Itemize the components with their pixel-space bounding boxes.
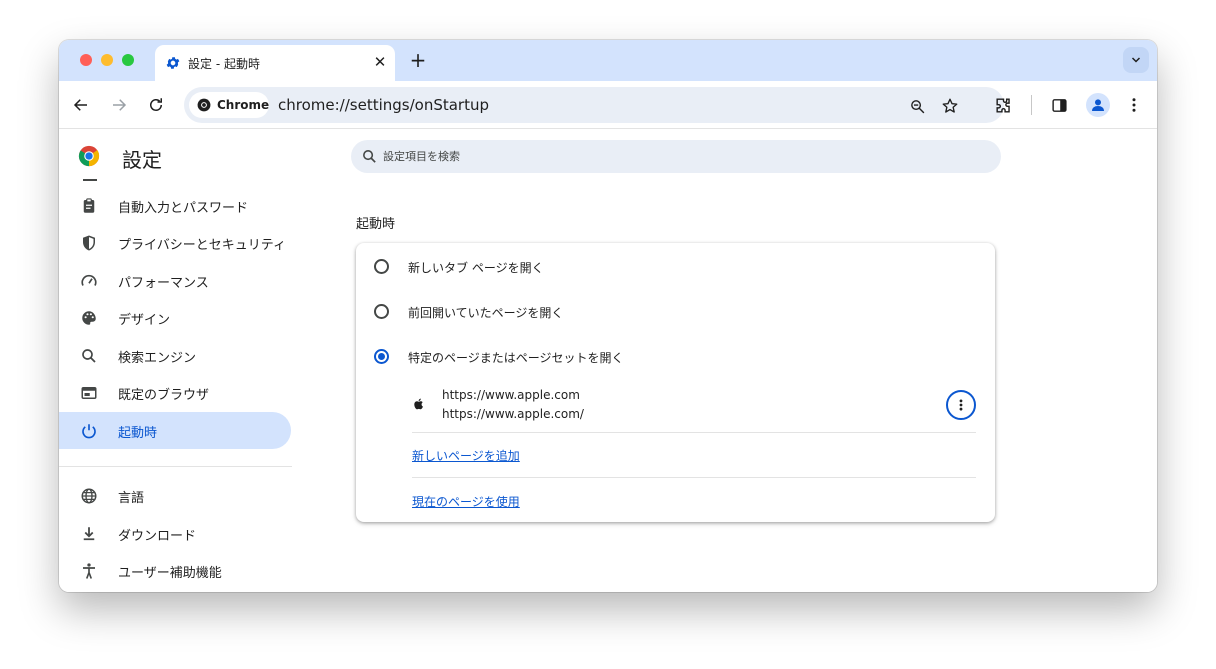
browser-window: 設定 - 起動時 ✕ + Chrome chrome://settings/on… (59, 40, 1157, 592)
apple-icon (414, 398, 423, 410)
add-page-row: 新しいページを追加 (412, 433, 976, 478)
speedometer-icon (81, 274, 97, 286)
tab-strip: 設定 - 起動時 ✕ + (59, 40, 1157, 81)
radio-label: 前回開いていたページを開く (408, 306, 564, 320)
side-panel-icon (1051, 98, 1067, 112)
forward-arrow-icon (113, 99, 127, 111)
startup-page-title: https://www.apple.com (442, 388, 580, 402)
power-icon (82, 424, 96, 439)
startup-card: 新しいタブ ページを開く 前回開いていたページを開く 特定のページまたはページセ… (356, 243, 995, 522)
new-tab-button[interactable]: + (407, 50, 429, 72)
forward-button[interactable] (107, 93, 131, 117)
sidebar-item-label: 検索エンジン (118, 351, 197, 366)
zoom-icon (910, 99, 924, 113)
startup-option-new-tab[interactable]: 新しいタブ ページを開く (356, 244, 995, 288)
side-panel-button[interactable] (1047, 93, 1071, 117)
startup-option-continue[interactable]: 前回開いていたページを開く (356, 289, 995, 333)
radio-button[interactable] (374, 349, 389, 364)
tab-title: 設定 - 起動時 (188, 57, 260, 71)
radio-label: 新しいタブ ページを開く (408, 261, 544, 275)
sidebar-item-performance[interactable]: パフォーマンス (59, 262, 291, 299)
site-info-chip[interactable]: Chrome (189, 92, 269, 118)
zoom-button[interactable] (907, 96, 927, 116)
startup-page-url: https://www.apple.com/ (442, 407, 584, 421)
toolbar-divider (1031, 95, 1032, 115)
sidebar-item-downloads[interactable]: ダウンロード (59, 515, 291, 552)
star-icon (942, 98, 958, 113)
sidebar-item-label: 自動入力とパスワード (118, 201, 249, 216)
use-current-pages-link[interactable]: 現在のページを使用 (412, 493, 520, 510)
sidebar-item-partial (83, 175, 283, 185)
settings-page: 設定 設定項目を検索 自動入力とパスワード プライバシーとセキュリティ パフォー… (59, 130, 1157, 592)
search-input[interactable] (383, 140, 983, 173)
back-button[interactable] (69, 93, 93, 117)
chrome-icon (197, 98, 211, 112)
startup-option-specific-pages[interactable]: 特定のページまたはページセットを開く (356, 334, 995, 378)
globe-icon (81, 488, 97, 504)
search-icon (82, 349, 96, 363)
section-title: 起動時 (356, 217, 396, 232)
download-icon (83, 527, 95, 541)
sidebar-item-search-engine[interactable]: 検索エンジン (59, 337, 291, 374)
profile-avatar[interactable] (1086, 93, 1110, 117)
radio-button[interactable] (374, 304, 389, 319)
person-icon (1092, 99, 1104, 111)
close-window-button[interactable] (80, 54, 92, 66)
search-icon (363, 150, 376, 163)
sidebar-item-on-startup[interactable]: 起動時 (59, 412, 291, 449)
sidebar-item-label: 既定のブラウザ (118, 388, 210, 403)
address-bar[interactable]: Chrome chrome://settings/onStartup (184, 87, 1004, 123)
sidebar-divider (59, 466, 292, 467)
sidebar-item-appearance[interactable]: デザイン (59, 299, 291, 336)
sidebar: 自動入力とパスワード プライバシーとセキュリティ パフォーマンス デザイン 検索… (59, 175, 299, 592)
shield-icon (83, 235, 95, 251)
chip-label: Chrome (217, 98, 270, 112)
tab-search-button[interactable] (1123, 47, 1149, 73)
menu-button[interactable] (1122, 93, 1146, 117)
more-vert-icon (1132, 98, 1136, 112)
more-vert-icon (959, 399, 963, 411)
toolbar: Chrome chrome://settings/onStartup (59, 81, 1157, 129)
bookmark-button[interactable] (940, 96, 960, 116)
close-tab-icon[interactable]: ✕ (372, 54, 388, 70)
accessibility-icon (83, 563, 95, 579)
settings-search[interactable] (351, 140, 1001, 173)
puzzle-icon (995, 97, 1010, 113)
chevron-down-icon (1131, 57, 1141, 63)
chrome-logo-icon (78, 145, 100, 167)
startup-page-row: https://www.apple.com https://www.apple.… (412, 379, 976, 433)
sidebar-item-label: 言語 (118, 491, 145, 506)
use-current-row: 現在のページを使用 (412, 479, 976, 524)
sidebar-item-languages[interactable]: 言語 (59, 477, 291, 514)
url-text[interactable]: chrome://settings/onStartup (278, 96, 489, 114)
radio-button[interactable] (374, 259, 389, 274)
page-title: 設定 (122, 148, 162, 172)
sidebar-item-label: プライバシーとセキュリティ (118, 238, 286, 253)
radio-label: 特定のページまたはページセットを開く (408, 351, 624, 365)
reload-icon (150, 98, 162, 111)
tab-settings-startup[interactable]: 設定 - 起動時 ✕ (155, 45, 395, 81)
sidebar-item-label: 起動時 (118, 426, 158, 441)
desktop: 設定 - 起動時 ✕ + Chrome chrome://settings/on… (0, 0, 1216, 669)
sidebar-item-label: デザイン (118, 313, 171, 328)
gear-icon (166, 57, 180, 69)
sidebar-item-accessibility[interactable]: ユーザー補助機能 (59, 552, 291, 589)
sidebar-item-label: ユーザー補助機能 (118, 566, 222, 581)
back-arrow-icon (73, 99, 87, 111)
sidebar-item-label: パフォーマンス (118, 276, 209, 291)
partial-icon (83, 179, 97, 181)
sidebar-item-label: ダウンロード (118, 529, 197, 544)
palette-icon (82, 311, 96, 325)
sidebar-item-privacy[interactable]: プライバシーとセキュリティ (59, 224, 291, 261)
maximize-window-button[interactable] (122, 54, 134, 66)
reload-button[interactable] (144, 93, 168, 117)
page-actions-button[interactable] (946, 390, 976, 420)
extensions-button[interactable] (991, 93, 1015, 117)
minimize-window-button[interactable] (101, 54, 113, 66)
sidebar-item-default-browser[interactable]: 既定のブラウザ (59, 374, 291, 411)
clipboard-icon (83, 198, 95, 213)
browser-window-icon (81, 387, 97, 399)
sidebar-item-autofill[interactable]: 自動入力とパスワード (59, 187, 291, 224)
add-new-page-link[interactable]: 新しいページを追加 (412, 447, 520, 464)
